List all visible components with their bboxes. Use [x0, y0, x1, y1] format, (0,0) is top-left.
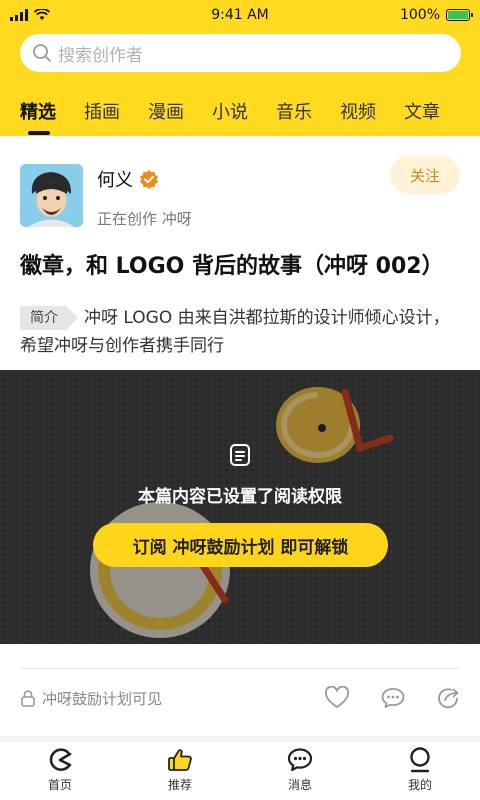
document-icon: [230, 444, 250, 466]
post-card: 何义 正在创作 冲呀 关注 徽章，和 LOGO 背后的故事（冲呀 002） 简介…: [0, 136, 480, 736]
nav-home[interactable]: 首页: [0, 742, 120, 800]
tab-novel[interactable]: 小说: [212, 80, 248, 124]
nav-messages-label: 消息: [287, 778, 312, 792]
message-icon: [287, 748, 313, 772]
avatar-illustration: [20, 164, 83, 227]
cover-dim-overlay: [0, 370, 480, 644]
lock-message: 本篇内容已设置了阅读权限: [138, 487, 342, 507]
divider: [20, 668, 460, 669]
wifi-icon: [34, 9, 50, 20]
intro-tag: 简介: [20, 306, 78, 330]
post-title[interactable]: 徽章，和 LOGO 背后的故事（冲呀 002）: [20, 248, 460, 280]
category-tabs: 精选 插画 漫画 小说 音乐 视频 文章: [0, 80, 480, 136]
tab-music[interactable]: 音乐: [276, 80, 312, 124]
tab-featured[interactable]: 精选: [20, 80, 56, 135]
comment-icon[interactable]: [380, 686, 406, 710]
tab-article[interactable]: 文章: [404, 80, 440, 124]
author-block: 何义 正在创作 冲呀: [20, 164, 192, 229]
nav-home-label: 首页: [47, 778, 72, 792]
intro-text: 冲呀 LOGO 由来自洪都拉斯的设计师倾心设计，希望冲呀与创作者携手同行: [20, 308, 450, 356]
nav-recommend-label: 推荐: [167, 778, 192, 792]
tab-video[interactable]: 视频: [340, 80, 376, 124]
follow-button[interactable]: 关注: [390, 156, 460, 194]
like-heart-icon[interactable]: [324, 686, 350, 710]
search-icon: [33, 44, 51, 62]
search-input[interactable]: 搜索创作者: [20, 34, 461, 72]
share-icon[interactable]: [436, 686, 462, 710]
subscribe-unlock-button[interactable]: 订阅 冲呀鼓励计划 即可解锁: [93, 523, 388, 567]
battery-icon: [446, 9, 473, 21]
visibility-label: 冲呀鼓励计划可见: [42, 689, 163, 708]
nav-profile-label: 我的: [407, 778, 432, 792]
battery-percent: 100%: [399, 7, 440, 23]
avatar[interactable]: [20, 164, 83, 227]
home-logo-icon: [49, 748, 72, 771]
profile-icon: [410, 747, 430, 773]
header: 搜索创作者: [0, 30, 480, 80]
author-name[interactable]: 何义: [97, 166, 133, 192]
status-bar: 9:41 AM 100%: [0, 0, 480, 30]
tab-comics[interactable]: 漫画: [148, 80, 184, 124]
post-footer: 冲呀鼓励计划可见: [20, 684, 462, 712]
bottom-nav: 首页 推荐 消息 我的: [0, 742, 480, 800]
post-intro: 简介 冲呀 LOGO 由来自洪都拉斯的设计师倾心设计，希望冲呀与创作者携手同行: [20, 304, 460, 360]
nav-messages[interactable]: 消息: [240, 742, 360, 800]
author-subtitle: 正在创作 冲呀: [97, 210, 192, 228]
nav-recommend[interactable]: 推荐: [120, 742, 240, 800]
tab-illustration[interactable]: 插画: [84, 80, 120, 124]
signal-icon: [10, 9, 28, 21]
cover-image[interactable]: 本篇内容已设置了阅读权限 订阅 冲呀鼓励计划 即可解锁: [0, 370, 480, 644]
thumbs-up-icon: [168, 749, 192, 771]
search-placeholder: 搜索创作者: [58, 45, 143, 66]
locked-notice: 本篇内容已设置了阅读权限: [0, 442, 480, 507]
verified-badge-icon: [140, 170, 158, 189]
nav-profile[interactable]: 我的: [360, 742, 480, 800]
lock-icon: [21, 690, 35, 707]
